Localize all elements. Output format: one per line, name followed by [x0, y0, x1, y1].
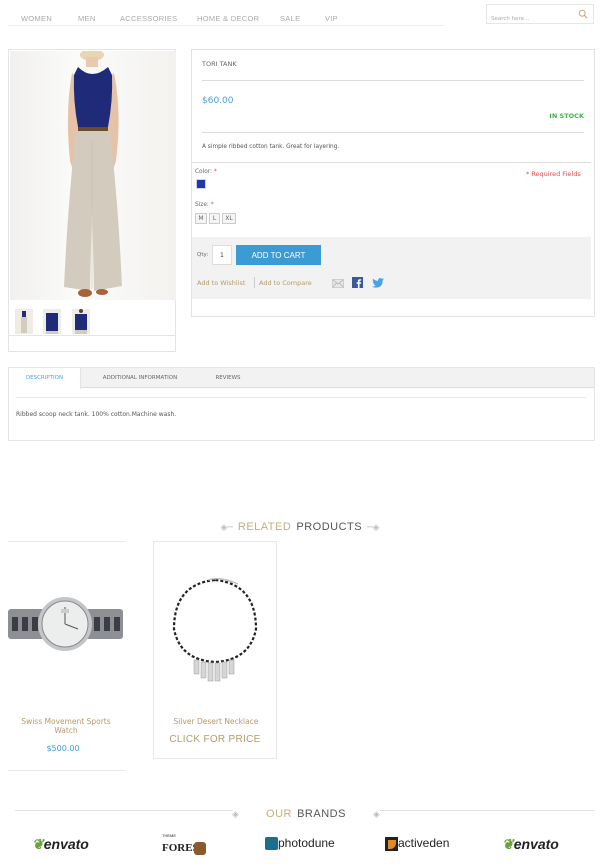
qty-input[interactable]: [212, 245, 232, 265]
size-option-l[interactable]: L: [209, 213, 220, 224]
brands-title-rest: BRANDS: [297, 808, 346, 820]
required-mark: *: [213, 169, 217, 175]
divider: [15, 810, 233, 811]
ornament-left-icon: ◈─: [220, 523, 233, 533]
divider: [16, 397, 586, 398]
nav-item-men[interactable]: MEN: [78, 14, 96, 23]
main-navigation: WOMEN MEN ACCESSORIES HOME & DECOR SALE …: [8, 6, 444, 26]
watch-image[interactable]: [8, 587, 123, 662]
color-swatch-blue[interactable]: [196, 179, 206, 189]
leaf-icon: ❦: [32, 836, 44, 852]
thumbnail-back[interactable]: [72, 309, 90, 334]
ornament-right-icon: ◈: [373, 810, 380, 820]
ornament-left-icon: ◈: [232, 810, 239, 820]
click-for-price-link[interactable]: CLICK FOR PRICE: [154, 734, 276, 745]
brand-name: envato: [43, 836, 89, 852]
add-to-compare-link[interactable]: Add to Compare: [259, 279, 312, 287]
thumbnail-full-body[interactable]: [15, 309, 33, 334]
thumbnail-front[interactable]: [43, 309, 61, 334]
product-name: TORI TANK: [202, 60, 237, 68]
brand-logo-envato[interactable]: ❦envato: [32, 836, 89, 853]
size-option-m[interactable]: M: [195, 213, 207, 224]
tab-description[interactable]: DESCRIPTION: [9, 368, 81, 389]
divider: [202, 132, 584, 133]
brands-heading: ◈ OUR BRANDS ◈: [228, 802, 384, 821]
model-image: [64, 51, 122, 297]
related-product-price: $500.00: [46, 744, 80, 753]
color-label: Color: *: [195, 169, 217, 175]
nav-item-accessories[interactable]: ACCESSORIES: [120, 14, 177, 23]
required-mark: *: [210, 202, 214, 208]
twitter-icon[interactable]: [372, 278, 384, 288]
product-gallery: [8, 49, 176, 336]
required-fields-note: * Required Fields: [526, 170, 581, 178]
nav-item-vip[interactable]: VIP: [325, 14, 338, 23]
related-product-card[interactable]: Silver Desert Necklace CLICK FOR PRICE: [153, 541, 277, 759]
leaf-icon: ❦: [502, 836, 514, 852]
ornament-right-icon: ─◈: [367, 523, 380, 533]
photodune-icon: [265, 837, 278, 851]
brand-name-small: THEME: [162, 833, 176, 838]
divider: [380, 810, 595, 811]
activeden-icon: [385, 836, 398, 851]
brand-logo-photodune[interactable]: photodune: [265, 836, 335, 851]
brands-title-highlight: OUR: [266, 808, 292, 820]
availability-badge: IN STOCK: [549, 112, 584, 120]
nav-item-sale[interactable]: SALE: [280, 14, 300, 23]
brand-logo-envato[interactable]: ❦envato: [502, 836, 559, 853]
brand-logo-activeden[interactable]: activeden: [385, 836, 449, 851]
tab-reviews[interactable]: REVIEWS: [200, 368, 256, 389]
nav-item-home-decor[interactable]: HOME & DECOR: [197, 14, 259, 23]
product-main-image[interactable]: [10, 51, 176, 300]
search-icon[interactable]: [578, 9, 588, 19]
brand-name: activeden: [398, 836, 450, 850]
color-label-text: Color:: [195, 169, 212, 175]
necklace-image[interactable]: [160, 574, 270, 684]
description-text: Ribbed scoop neck tank. 100% cotton.Mach…: [16, 411, 177, 418]
gallery-footer: [8, 336, 176, 352]
brand-name: photodune: [278, 836, 335, 850]
qty-label: Qty:: [197, 252, 209, 258]
related-title-highlight: RELATED: [237, 521, 292, 533]
link-separator: [254, 277, 255, 288]
add-to-cart-button[interactable]: ADD TO CART: [236, 245, 321, 265]
size-label: Size: *: [195, 202, 214, 208]
related-product-name[interactable]: Swiss Movement Sports Watch: [11, 717, 121, 735]
search-box: [486, 4, 594, 28]
size-option-xl[interactable]: XL: [222, 213, 236, 224]
search-input[interactable]: [487, 10, 571, 28]
related-title-rest: PRODUCTS: [296, 521, 363, 533]
brand-name: envato: [513, 836, 559, 852]
divider: [202, 80, 584, 81]
short-description: A simple ribbed cotton tank. Great for l…: [202, 144, 340, 150]
facebook-icon[interactable]: [352, 277, 363, 288]
email-icon[interactable]: [332, 279, 344, 288]
related-product-card[interactable]: Swiss Movement Sports Watch $500.00: [8, 541, 125, 771]
nav-item-women[interactable]: WOMEN: [21, 14, 52, 23]
add-to-wishlist-link[interactable]: Add to Wishlist: [197, 279, 245, 287]
related-products-heading: ◈─ RELATED PRODUCTS ─◈: [0, 515, 600, 534]
related-product-name[interactable]: Silver Desert Necklace: [161, 717, 271, 726]
tab-additional-information[interactable]: ADDITIONAL INFORMATION: [86, 368, 194, 389]
product-price: $60.00: [202, 96, 234, 106]
brand-logo-themeforest[interactable]: THEME FOREST: [162, 834, 206, 856]
hand-icon: [194, 842, 206, 855]
thumbnail-strip: [9, 301, 175, 335]
size-label-text: Size:: [195, 202, 209, 208]
